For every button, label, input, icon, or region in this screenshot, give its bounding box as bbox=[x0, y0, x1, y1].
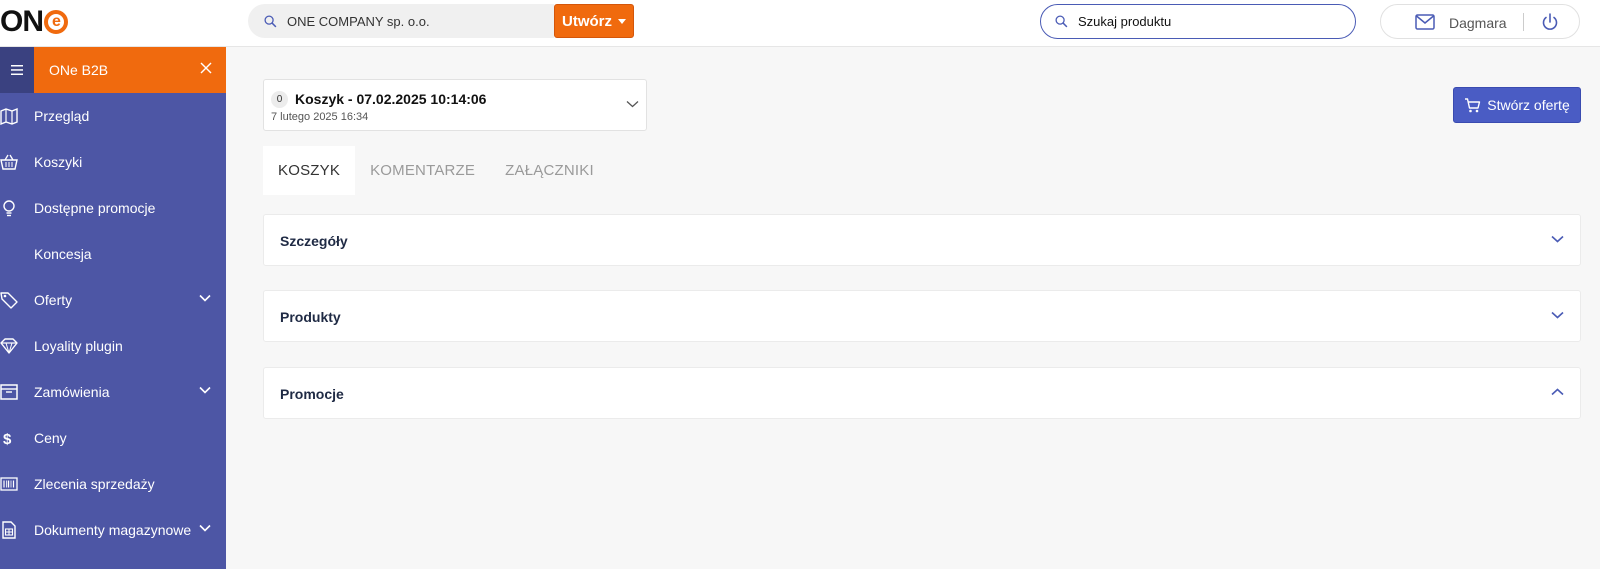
sidebar-item-dostepne-promocje[interactable]: Dostępne promocje bbox=[0, 185, 226, 231]
chevron-down-icon bbox=[626, 101, 639, 108]
logo-text: ON bbox=[0, 5, 44, 38]
chevron-down-icon bbox=[199, 386, 211, 394]
archive-icon bbox=[0, 384, 18, 400]
tag-icon bbox=[0, 292, 18, 309]
mail-icon[interactable] bbox=[1415, 14, 1435, 30]
user-name[interactable]: Dagmara bbox=[1449, 15, 1507, 31]
tab-bar: KOSZYK KOMENTARZE ZAŁĄCZNIKI bbox=[263, 146, 609, 195]
lightbulb-icon bbox=[3, 200, 15, 217]
sidebar-item-loyality-plugin[interactable]: Loyality plugin bbox=[0, 323, 226, 369]
sidebar-item-label: Zlecenia sprzedaży bbox=[34, 476, 155, 492]
panel-title: Produkty bbox=[280, 309, 341, 325]
user-menu[interactable]: Dagmara bbox=[1380, 4, 1580, 39]
sidebar-item-dokumenty-magazynowe[interactable]: Dokumenty magazynowe bbox=[0, 507, 226, 553]
basket-icon bbox=[0, 154, 18, 170]
sidebar-item-label: Loyality plugin bbox=[34, 338, 123, 354]
search-icon bbox=[1055, 15, 1068, 28]
caret-down-icon bbox=[618, 18, 626, 24]
logo-e: e bbox=[44, 10, 68, 34]
sidebar-item-label: Oferty bbox=[34, 292, 73, 308]
search-icon bbox=[264, 14, 277, 27]
sidebar: ONe B2B Przegląd Koszyki Dostępne promoc… bbox=[0, 47, 226, 569]
sidebar-header: ONe B2B bbox=[0, 47, 226, 93]
barcode-icon bbox=[0, 477, 18, 491]
close-icon[interactable] bbox=[200, 62, 212, 74]
create-button-label: Utwórz bbox=[562, 12, 612, 30]
panel-title: Promocje bbox=[280, 386, 344, 402]
panel-szczegoly[interactable]: Szczegóły bbox=[263, 214, 1581, 266]
sidebar-item-zamowienia[interactable]: Zamówienia bbox=[0, 369, 226, 415]
sidebar-item-koszyki[interactable]: Koszyki bbox=[0, 139, 226, 185]
panel-promocje[interactable]: Promocje bbox=[263, 367, 1581, 419]
tab-koszyk[interactable]: KOSZYK bbox=[263, 146, 356, 195]
divider bbox=[1523, 13, 1524, 31]
create-offer-button[interactable]: Stwórz ofertę bbox=[1453, 87, 1581, 123]
svg-text:$: $ bbox=[3, 431, 12, 447]
cart-date: 7 lutego 2025 16:34 bbox=[271, 111, 369, 123]
sidebar-title: ONe B2B bbox=[34, 47, 226, 93]
sidebar-item-label: Przegląd bbox=[34, 108, 90, 124]
sidebar-item-label: Ceny bbox=[34, 430, 67, 446]
chevron-down-icon[interactable] bbox=[1551, 235, 1564, 243]
cart-count-badge: 0 bbox=[271, 91, 288, 108]
map-icon bbox=[0, 107, 18, 125]
diamond-icon bbox=[0, 338, 18, 354]
company-selector[interactable]: ONE COMPANY sp. o.o. bbox=[248, 4, 554, 38]
sidebar-title-label: ONe B2B bbox=[49, 62, 109, 78]
chevron-down-icon bbox=[199, 294, 211, 302]
sidebar-item-label: Dostępne promocje bbox=[34, 200, 156, 216]
create-button[interactable]: Utwórz bbox=[554, 4, 634, 38]
sidebar-item-label: Zamówienia bbox=[34, 384, 110, 400]
sidebar-item-ceny[interactable]: $ Ceny bbox=[0, 415, 226, 461]
menu-toggle[interactable] bbox=[0, 47, 34, 93]
top-bar: ONe ONE COMPANY sp. o.o. Utwórz Dagmara bbox=[0, 0, 1600, 47]
cart-title: Koszyk - 07.02.2025 10:14:06 bbox=[295, 91, 487, 107]
panel-produkty[interactable]: Produkty bbox=[263, 290, 1581, 342]
sidebar-item-label: Koncesja bbox=[34, 246, 92, 262]
tab-zalaczniki[interactable]: ZAŁĄCZNIKI bbox=[490, 146, 609, 195]
sidebar-item-zlecenia-sprzedazy[interactable]: Zlecenia sprzedaży bbox=[0, 461, 226, 507]
company-name: ONE COMPANY sp. o.o. bbox=[287, 13, 430, 29]
sidebar-item-oferty[interactable]: Oferty bbox=[0, 277, 226, 323]
hamburger-icon bbox=[11, 65, 23, 75]
document-icon bbox=[2, 521, 16, 539]
cart-selector[interactable]: 0 Koszyk - 07.02.2025 10:14:06 7 lutego … bbox=[263, 79, 647, 131]
power-icon[interactable] bbox=[1541, 12, 1559, 32]
create-offer-label: Stwórz ofertę bbox=[1487, 97, 1570, 113]
sidebar-item-koncesja[interactable]: Koncesja bbox=[0, 231, 226, 277]
logo[interactable]: ON e bbox=[0, 5, 68, 39]
sidebar-item-label: Koszyki bbox=[34, 154, 83, 170]
panel-title: Szczegóły bbox=[280, 233, 348, 249]
sidebar-item-przeglad[interactable]: Przegląd bbox=[0, 93, 226, 139]
chevron-up-icon[interactable] bbox=[1551, 388, 1564, 396]
tab-komentarze[interactable]: KOMENTARZE bbox=[355, 146, 490, 195]
chevron-down-icon[interactable] bbox=[1551, 311, 1564, 319]
sidebar-item-label: Dokumenty magazynowe bbox=[34, 522, 192, 538]
chevron-down-icon bbox=[199, 524, 211, 532]
dollar-icon: $ bbox=[3, 431, 12, 447]
product-search[interactable] bbox=[1040, 4, 1356, 39]
cart-icon bbox=[1465, 97, 1481, 112]
product-search-input[interactable] bbox=[1078, 14, 1328, 29]
